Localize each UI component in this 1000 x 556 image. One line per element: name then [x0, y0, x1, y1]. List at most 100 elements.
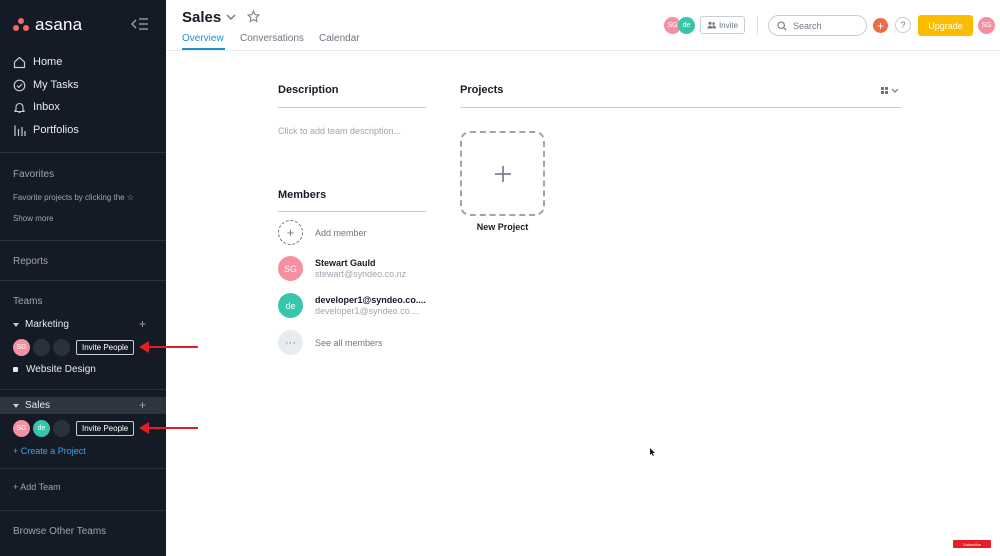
- add-member-label: Add member: [315, 227, 367, 238]
- annotation-arrow-shaft: [148, 427, 198, 429]
- asana-logo[interactable]: asana: [13, 15, 82, 35]
- add-member-row[interactable]: + Add member: [278, 220, 367, 245]
- browse-other-teams-link[interactable]: Browse Other Teams: [13, 526, 106, 537]
- plus-icon: [494, 165, 511, 182]
- upgrade-button[interactable]: Upgrade: [918, 15, 973, 36]
- add-member-icon: +: [278, 220, 303, 245]
- sidebar-divider: [0, 389, 166, 390]
- tab-conversations[interactable]: Conversations: [240, 33, 304, 44]
- sidebar-divider: [0, 468, 166, 469]
- page-title: Sales: [182, 9, 222, 26]
- sidebar: asana Home My Tasks Inbox Portfolios Fav…: [0, 0, 166, 556]
- sidebar-divider: [0, 240, 166, 241]
- member-email: developer1@syndeo.co....: [315, 306, 420, 316]
- teams-title: Teams: [13, 296, 43, 307]
- people-icon: [707, 21, 716, 29]
- grid-view-icon[interactable]: [880, 86, 900, 96]
- empty-avatar-slot: [33, 338, 50, 356]
- invite-label: Invite: [718, 20, 739, 30]
- create-project-link[interactable]: + Create a Project: [13, 446, 86, 456]
- mouse-cursor-icon: [650, 448, 655, 456]
- team-marketing[interactable]: Marketing +: [0, 316, 166, 333]
- team-sales[interactable]: Sales +: [0, 397, 166, 414]
- collapse-sidebar-icon[interactable]: [131, 17, 149, 31]
- description-title: Description: [278, 84, 339, 96]
- description-input[interactable]: Click to add team description...: [278, 126, 401, 136]
- member-avatar: SG: [278, 256, 303, 281]
- project-name: Website Design: [26, 364, 96, 375]
- bar-chart-icon: [14, 125, 26, 136]
- tab-calendar[interactable]: Calendar: [319, 33, 360, 44]
- member-name: Stewart Gauld: [315, 258, 376, 268]
- favorites-title: Favorites: [13, 169, 55, 180]
- members-divider: [278, 211, 426, 212]
- home-icon: [13, 56, 26, 68]
- invite-people-button[interactable]: Invite People: [76, 339, 135, 355]
- search-placeholder: Search: [793, 20, 822, 31]
- check-circle-icon: [13, 79, 26, 91]
- nav-home-label: Home: [33, 56, 63, 68]
- project-website-design[interactable]: Website Design: [13, 364, 96, 375]
- team-name: Sales: [25, 400, 51, 411]
- avatar[interactable]: de: [33, 419, 50, 437]
- see-all-members-row[interactable]: ··· See all members: [278, 330, 383, 355]
- team-marketing-members: SG Invite People: [13, 338, 135, 356]
- nav-inbox-label: Inbox: [33, 101, 60, 113]
- empty-avatar-slot: [53, 419, 70, 437]
- invite-button[interactable]: Invite: [700, 16, 745, 34]
- annotation-arrow-icon: [139, 341, 149, 353]
- new-project-label[interactable]: New Project: [460, 222, 545, 232]
- member-item[interactable]: de developer1@syndeo.co.... developer1@s…: [278, 293, 426, 318]
- member-email: stewart@syndeo.co.nz: [315, 269, 407, 279]
- see-all-members-label: See all members: [315, 337, 383, 348]
- header-separator: [757, 16, 758, 35]
- add-to-team-icon[interactable]: +: [139, 398, 146, 412]
- annotation-arrow-icon: [139, 422, 149, 434]
- chevron-down-icon[interactable]: [226, 14, 236, 21]
- sidebar-divider: [0, 280, 166, 281]
- team-sales-members: SG de Invite People: [13, 419, 135, 437]
- nav-home[interactable]: Home: [13, 53, 62, 71]
- help-button[interactable]: ?: [895, 17, 911, 33]
- member-name: developer1@syndeo.co....: [315, 295, 426, 305]
- nav-my-tasks[interactable]: My Tasks: [13, 76, 79, 94]
- sidebar-divider: [0, 510, 166, 511]
- subscribe-badge[interactable]: Subscribe: [953, 540, 991, 548]
- header-member-avatar[interactable]: de: [678, 17, 695, 34]
- invite-people-button[interactable]: Invite People: [76, 420, 135, 436]
- member-item[interactable]: SG Stewart Gauld stewart@syndeo.co.nz: [278, 256, 406, 281]
- team-name: Marketing: [25, 319, 69, 330]
- caret-down-icon[interactable]: [13, 403, 19, 408]
- member-avatar: de: [278, 293, 303, 318]
- nav-portfolios-label: Portfolios: [33, 124, 79, 136]
- empty-avatar-slot: [53, 338, 70, 356]
- show-more-link[interactable]: Show more: [13, 214, 53, 223]
- nav-my-tasks-label: My Tasks: [33, 79, 79, 91]
- projects-title: Projects: [460, 84, 504, 96]
- asana-logo-icon: [13, 18, 29, 32]
- new-project-tile[interactable]: [460, 131, 545, 216]
- nav-portfolios[interactable]: Portfolios: [13, 121, 79, 139]
- annotation-arrow-shaft: [148, 346, 198, 348]
- add-team-link[interactable]: + Add Team: [13, 482, 61, 492]
- star-icon[interactable]: [247, 10, 260, 23]
- add-to-team-icon[interactable]: +: [139, 317, 146, 331]
- members-title: Members: [278, 189, 327, 201]
- nav-inbox[interactable]: Inbox: [13, 98, 60, 116]
- favorites-hint: Favorite projects by clicking the ☆: [13, 193, 134, 202]
- user-avatar[interactable]: SG: [978, 17, 995, 34]
- logo-text: asana: [35, 15, 83, 34]
- search-input[interactable]: Search: [768, 15, 867, 36]
- avatar[interactable]: SG: [13, 338, 30, 356]
- avatar[interactable]: SG: [13, 419, 30, 437]
- header-divider: [166, 50, 1000, 51]
- quick-add-button[interactable]: +: [873, 18, 888, 33]
- bell-icon: [14, 102, 25, 113]
- tab-overview[interactable]: Overview: [182, 33, 224, 44]
- reports-link[interactable]: Reports: [13, 256, 48, 267]
- more-icon: ···: [278, 330, 303, 355]
- caret-down-icon[interactable]: [13, 322, 19, 327]
- project-color-icon: [13, 367, 18, 372]
- projects-divider: [460, 107, 901, 108]
- description-divider: [278, 107, 426, 108]
